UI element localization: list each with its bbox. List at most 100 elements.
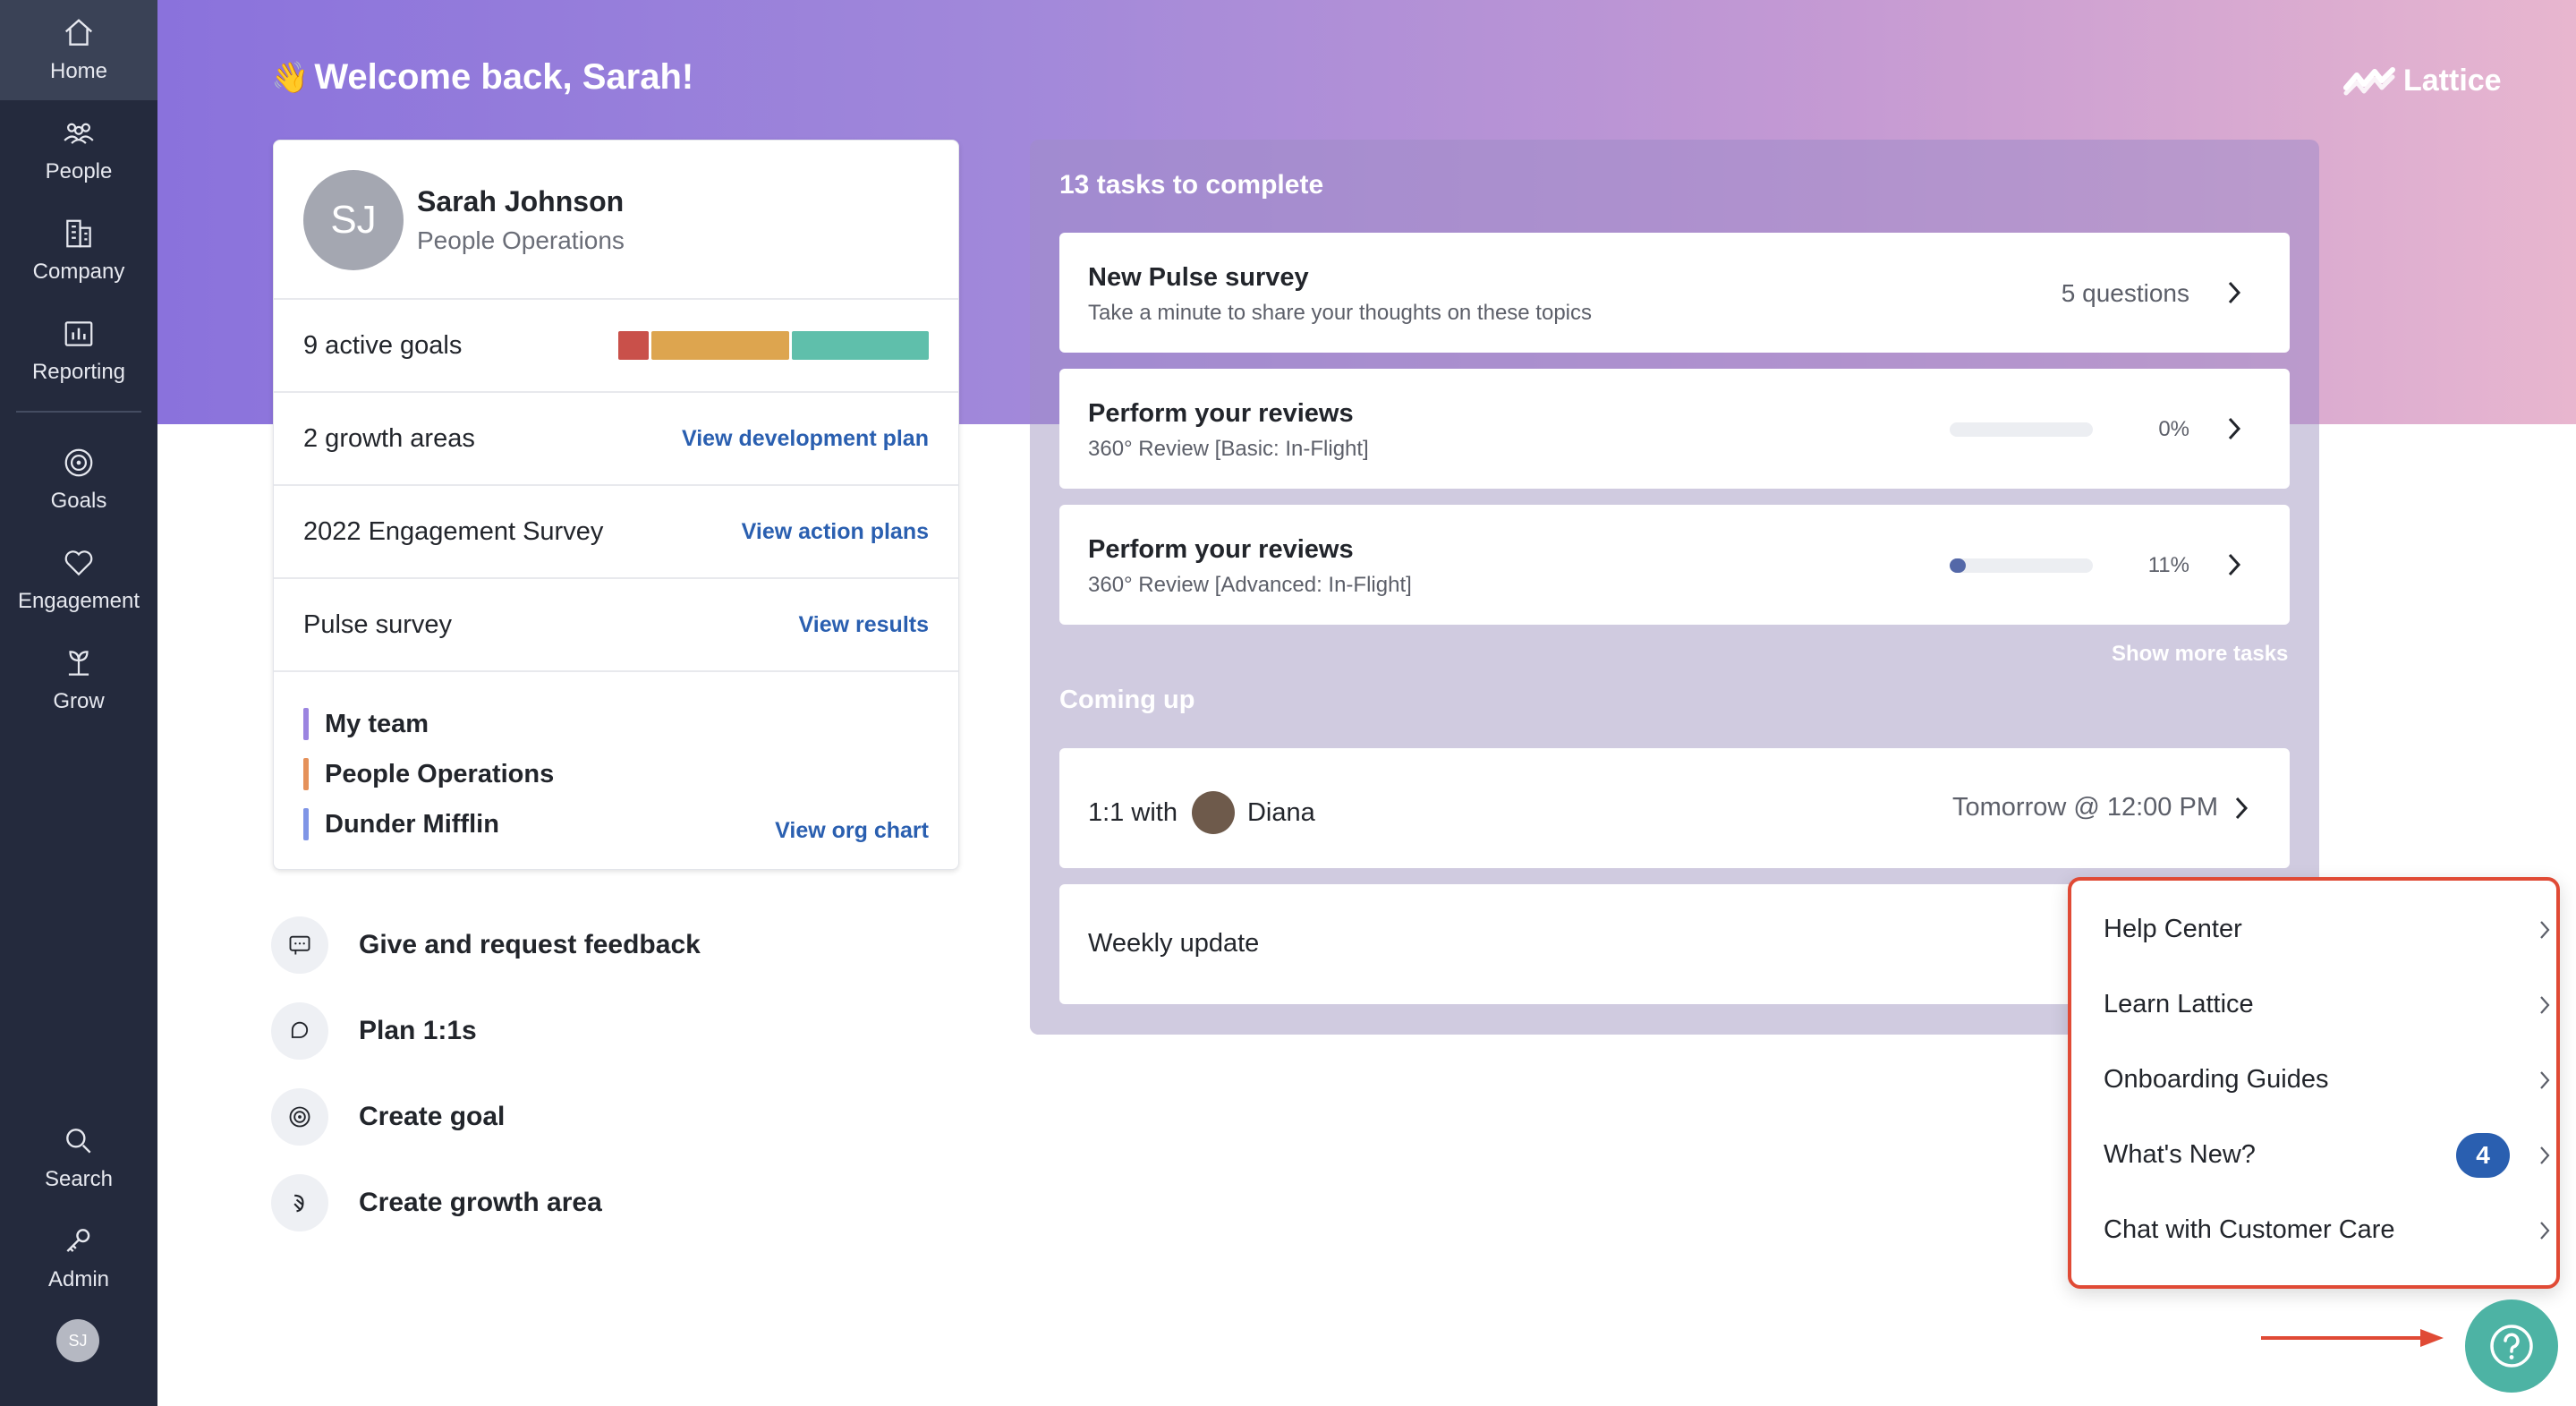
view-development-plan-link[interactable]: View development plan — [682, 426, 929, 452]
team-name: Dunder Mifflin — [325, 809, 499, 839]
pulse-label: Pulse survey — [303, 609, 453, 639]
sidebar-item-goals[interactable]: Goals — [0, 430, 157, 530]
sidebar-item-reporting[interactable]: Reporting — [0, 301, 157, 401]
action-label: Plan 1:1s — [359, 1016, 477, 1045]
progress-bar — [1950, 558, 2093, 573]
coming-up-title: Coming up — [1059, 686, 1195, 714]
lattice-logo-icon — [2343, 67, 2395, 96]
teams-list: My team People Operations Dunder Mifflin… — [274, 672, 958, 876]
create-growth-area-action[interactable]: Create growth area — [271, 1174, 602, 1231]
task-title: New Pulse survey — [1088, 263, 1309, 292]
sidebar-item-search[interactable]: Search — [0, 1108, 157, 1208]
menu-item-label: Onboarding Guides — [2104, 1064, 2329, 1094]
chevron-right-icon — [2540, 1222, 2550, 1240]
team-color-bar — [303, 708, 309, 740]
goals-icon — [64, 448, 93, 477]
task-subtitle: Take a minute to share your thoughts on … — [1088, 301, 1593, 325]
growth-icon — [271, 1174, 328, 1231]
team-name: My team — [325, 709, 429, 738]
growth-row: 2 growth areas View development plan — [274, 393, 958, 486]
action-label: Create growth area — [359, 1188, 602, 1217]
profile-name: Sarah Johnson — [417, 185, 625, 217]
sidebar-item-label: Engagement — [17, 589, 140, 613]
sidebar-item-label: Admin — [47, 1267, 110, 1291]
chevron-right-icon — [2540, 996, 2550, 1014]
task-title: Perform your reviews — [1088, 535, 1354, 564]
chevron-right-icon — [2228, 281, 2241, 304]
sidebar-item-label: Search — [44, 1167, 114, 1191]
sidebar-item-label: Reporting — [31, 360, 126, 384]
one-on-one-person: Diana — [1246, 797, 1315, 827]
people-icon — [64, 123, 94, 144]
sidebar-item-home[interactable]: Home — [0, 0, 157, 100]
chevron-right-icon — [2540, 921, 2550, 939]
one-on-one-card[interactable]: 1:1 with Diana Tomorrow @ 12:00 PM — [1059, 748, 2290, 868]
chevron-right-icon — [2228, 553, 2241, 576]
view-org-chart-link[interactable]: View org chart — [775, 818, 929, 844]
view-action-plans-link[interactable]: View action plans — [742, 519, 929, 545]
progress-percent: 11% — [2147, 553, 2189, 577]
create-goal-action[interactable]: Create goal — [271, 1088, 505, 1146]
avatar[interactable]: SJ — [56, 1319, 99, 1362]
team-color-bar — [303, 758, 309, 790]
goals-label: 9 active goals — [303, 330, 463, 360]
progress-fill — [1950, 558, 1966, 573]
task-subtitle: 360° Review [Basic: In-Flight] — [1088, 437, 1369, 461]
sidebar-item-admin[interactable]: Admin — [0, 1208, 157, 1308]
chevron-right-icon — [2540, 1146, 2550, 1164]
sidebar-item-engagement[interactable]: Engagement — [0, 530, 157, 630]
show-more-tasks-link[interactable]: Show more tasks — [2112, 642, 2288, 667]
goal-segment-progressing — [651, 331, 789, 360]
chevron-right-icon — [2228, 417, 2241, 440]
sidebar-item-company[interactable]: Company — [0, 200, 157, 301]
chevron-right-icon — [2540, 1071, 2550, 1089]
help-menu: Help Center Learn Lattice Onboarding Gui… — [2068, 877, 2560, 1289]
task-pulse-survey[interactable]: New Pulse survey Take a minute to share … — [1059, 233, 2290, 353]
help-menu-item-whats-new[interactable]: What's New? 4 — [2104, 1117, 2550, 1192]
team-item[interactable]: People Operations — [303, 749, 929, 799]
menu-item-label: Chat with Customer Care — [2104, 1214, 2395, 1244]
task-subtitle: 360° Review [Advanced: In-Flight] — [1088, 573, 1412, 597]
reporting-icon — [64, 321, 93, 346]
brand-name: Lattice — [2403, 63, 2502, 98]
give-feedback-action[interactable]: Give and request feedback — [271, 916, 701, 974]
sidebar-item-label: People — [45, 159, 113, 183]
goal-segment-on-track — [792, 331, 929, 360]
help-menu-item-learn-lattice[interactable]: Learn Lattice — [2104, 967, 2550, 1042]
chevron-right-icon — [2235, 797, 2249, 820]
one-on-one-prefix: 1:1 with — [1088, 797, 1177, 827]
one-on-one-label: 1:1 with Diana — [1088, 791, 1315, 834]
chat-bubble-icon — [271, 1002, 328, 1060]
plan-one-on-ones-action[interactable]: Plan 1:1s — [271, 1002, 477, 1060]
profile-role: People Operations — [417, 226, 625, 254]
sidebar-item-people[interactable]: People — [0, 100, 157, 200]
view-results-link[interactable]: View results — [799, 612, 929, 638]
grow-icon — [68, 651, 89, 676]
help-menu-item-help-center[interactable]: Help Center — [2104, 891, 2550, 967]
sidebar-divider — [16, 411, 141, 413]
sidebar: Home People Company Reporting Goals Enga… — [0, 0, 157, 1406]
admin-key-icon — [66, 1229, 90, 1252]
help-menu-item-chat-customer-care[interactable]: Chat with Customer Care — [2104, 1192, 2550, 1267]
task-review-advanced[interactable]: Perform your reviews 360° Review [Advanc… — [1059, 505, 2290, 625]
profile-header[interactable]: SJ Sarah Johnson People Operations — [274, 141, 958, 300]
growth-label: 2 growth areas — [303, 423, 475, 453]
task-review-basic[interactable]: Perform your reviews 360° Review [Basic:… — [1059, 369, 2290, 489]
team-item[interactable]: My team — [303, 699, 929, 749]
action-label: Create goal — [359, 1102, 506, 1131]
sidebar-item-label: Company — [32, 260, 125, 284]
help-menu-item-onboarding-guides[interactable]: Onboarding Guides — [2104, 1042, 2550, 1117]
tasks-title: 13 tasks to complete — [1059, 170, 1324, 200]
task-meta: 5 questions — [2061, 279, 2189, 307]
engagement-icon — [64, 550, 93, 576]
goals-status-bar — [616, 331, 929, 360]
sidebar-item-label: Home — [49, 59, 108, 83]
help-button[interactable] — [2465, 1299, 2558, 1393]
notification-badge: 4 — [2456, 1133, 2510, 1178]
team-color-bar — [303, 808, 309, 840]
sidebar-item-grow[interactable]: Grow — [0, 630, 157, 730]
company-icon — [66, 219, 91, 248]
goals-row[interactable]: 9 active goals — [274, 300, 958, 393]
arrow-annotation-icon — [2261, 1329, 2444, 1347]
lattice-logo[interactable]: Lattice — [2342, 63, 2502, 98]
